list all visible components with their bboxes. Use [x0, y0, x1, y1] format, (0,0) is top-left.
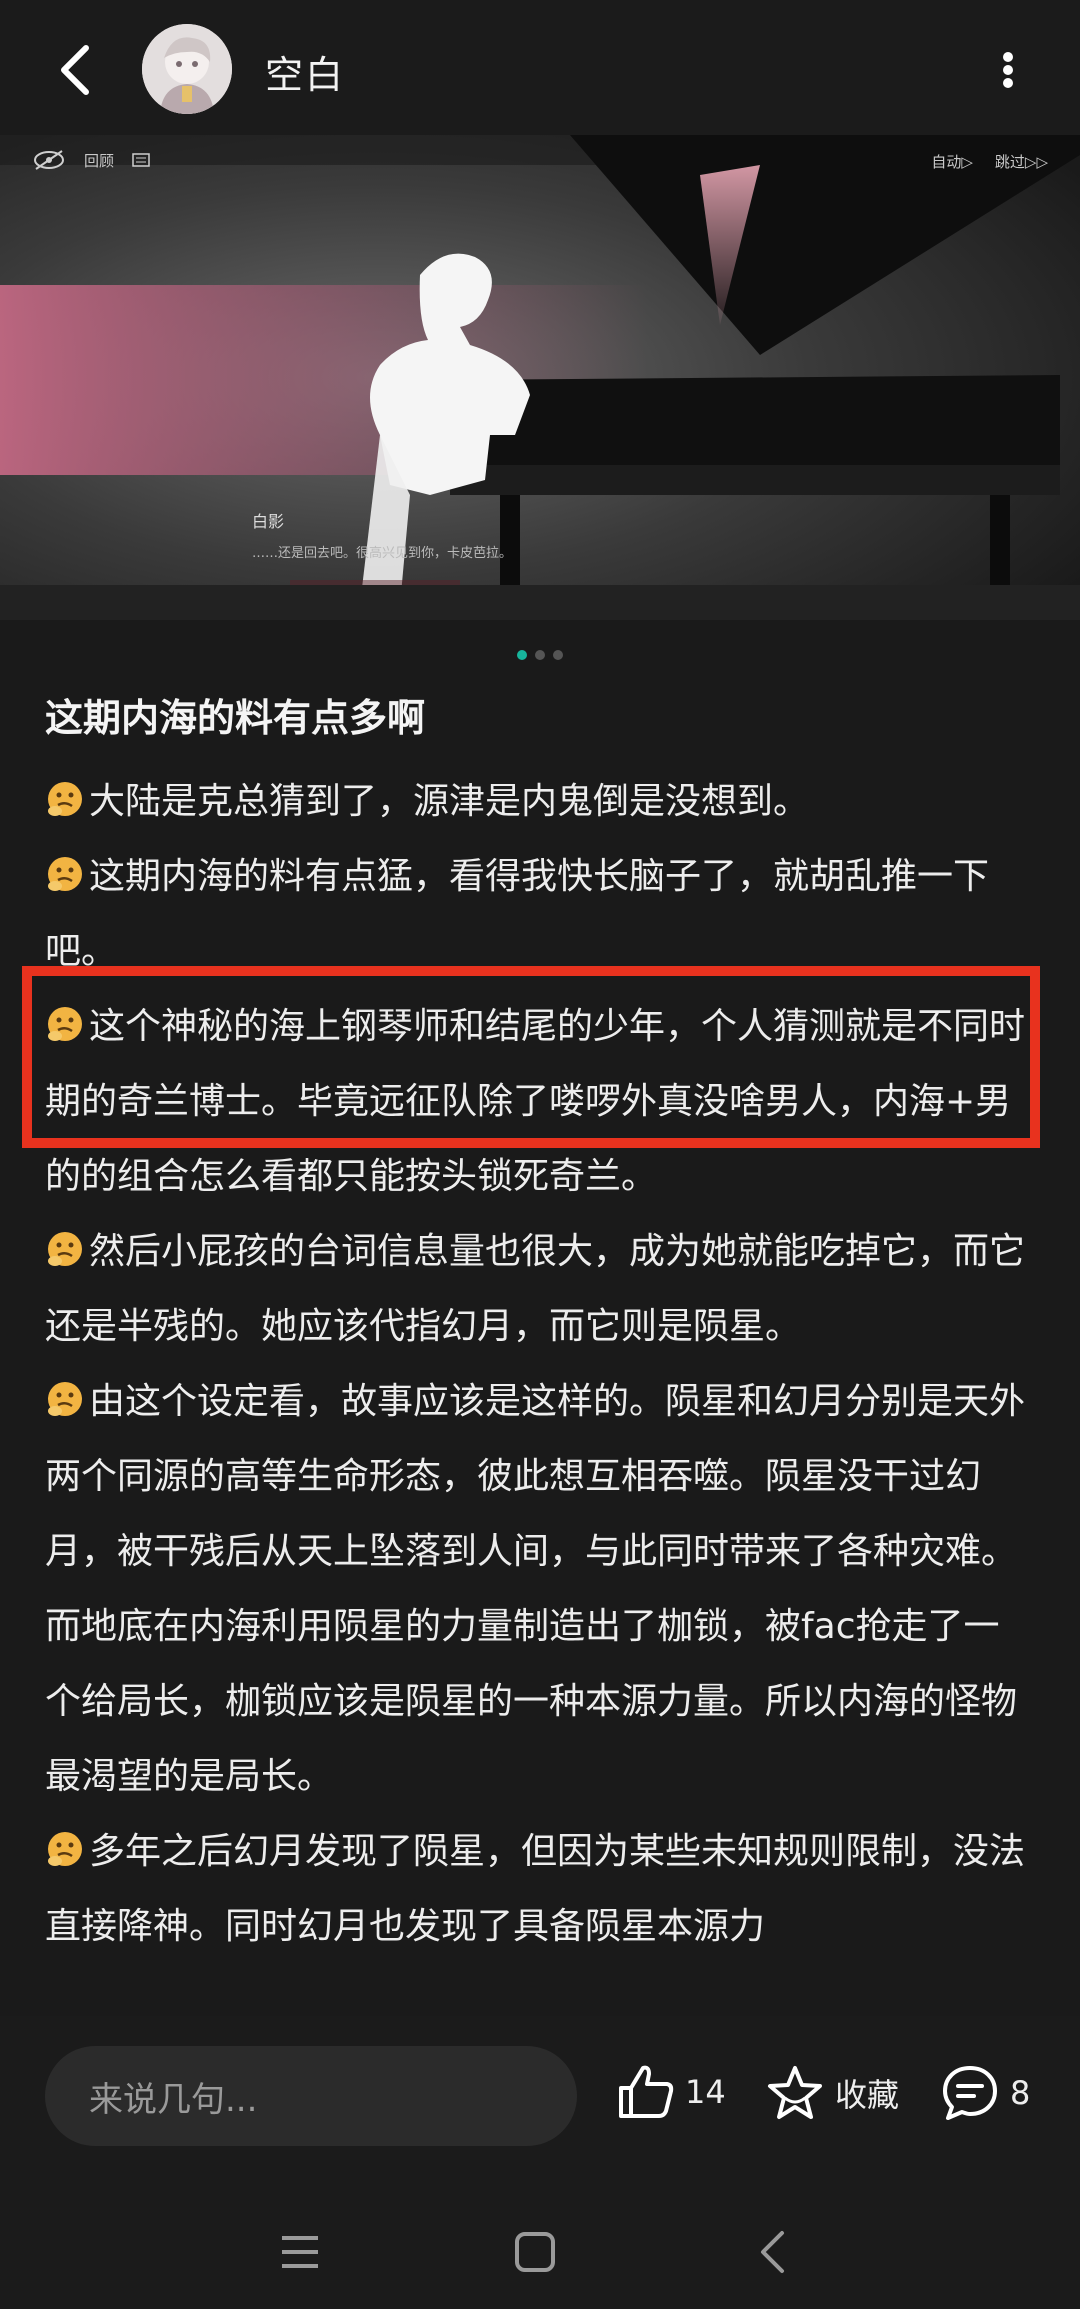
skip-label: 跳过▷▷	[994, 153, 1048, 171]
auto-label: 自动▷	[931, 153, 973, 171]
review-label: 回顾	[84, 151, 115, 170]
home-icon	[515, 2232, 555, 2272]
thumbs-up-icon	[619, 2065, 674, 2118]
avatar[interactable]	[142, 24, 232, 114]
more-vertical-icon	[1002, 52, 1013, 88]
post-paragraph: 多年之后幻月发现了陨星，但因为某些未知规则限制，没法直接降神。同时幻月也发现了具…	[45, 1814, 1035, 1964]
chevron-left-icon	[61, 45, 89, 95]
paragraph-text: 这个神秘的海上钢琴师和结尾的少年，个人猜测就是不同时期的奇兰博士。毕竟远征队除了…	[45, 1006, 1026, 1197]
thinking-emoji-icon	[48, 1382, 82, 1416]
thinking-emoji-icon	[48, 782, 82, 816]
system-back-button[interactable]	[742, 2222, 802, 2282]
thinking-emoji-icon	[48, 1007, 82, 1041]
favorite-label: 收藏	[835, 2076, 900, 2114]
recent-apps-icon	[282, 2236, 318, 2268]
back-button[interactable]	[40, 30, 110, 110]
comment-button[interactable]: 8	[940, 2064, 1030, 2122]
post-paragraph: 这期内海的料有点猛，看得我快长脑子了，就胡乱推一下吧。	[45, 839, 1035, 989]
log-icon	[132, 153, 150, 167]
post-paragraph: 然后小屁孩的台词信息量也很大，成为她就能吃掉它，而它还是半残的。她应该代指幻月，…	[45, 1214, 1035, 1364]
home-button[interactable]	[505, 2222, 565, 2282]
like-count: 14	[685, 2073, 726, 2111]
post-author-name[interactable]: 空白	[265, 44, 345, 99]
thinking-emoji-icon	[48, 1232, 82, 1266]
post-body: 这期内海的料有点多啊 大陆是克总猜到了，源津是内鬼倒是没想到。 这期内海的料有点…	[45, 690, 1035, 1964]
comment-input[interactable]: 来说几句...	[45, 2046, 577, 2146]
back-icon	[761, 2231, 784, 2273]
thinking-emoji-icon	[48, 857, 82, 891]
post-paragraph: 大陆是克总猜到了，源津是内鬼倒是没想到。	[45, 764, 1035, 839]
paragraph-text: 由这个设定看，故事应该是这样的。陨星和幻月分别是天外两个同源的高等生命形态，彼此…	[45, 1381, 1026, 1797]
comment-placeholder: 来说几句...	[89, 2079, 258, 2120]
star-icon	[768, 2066, 822, 2119]
post-content-viewport: 这期内海的料有点多啊 大陆是克总猜到了，源津是内鬼倒是没想到。 这期内海的料有点…	[0, 620, 1080, 2016]
banner-playback-controls: 自动▷ 跳过▷▷	[931, 151, 1048, 172]
eye-off-icon	[34, 150, 64, 170]
thinking-emoji-icon	[48, 1832, 82, 1866]
game-screenshot-image	[0, 135, 1080, 620]
paragraph-text: 多年之后幻月发现了陨星，但因为某些未知规则限制，没法直接降神。同时幻月也发现了具…	[45, 1831, 1026, 1947]
comment-count: 8	[1010, 2074, 1031, 2112]
more-options-button[interactable]	[985, 40, 1030, 100]
paragraph-text: 大陆是克总猜到了，源津是内鬼倒是没想到。	[89, 781, 810, 822]
like-button[interactable]: 14	[617, 2064, 726, 2120]
paragraph-text: 然后小屁孩的台词信息量也很大，成为她就能吃掉它，而它还是半残的。她应该代指幻月，…	[45, 1231, 1026, 1347]
paragraph-text: 这期内海的料有点猛，看得我快长脑子了，就胡乱推一下吧。	[45, 856, 990, 972]
post-paragraph: 这个神秘的海上钢琴师和结尾的少年，个人猜测就是不同时期的奇兰博士。毕竟远征队除了…	[45, 989, 1035, 1214]
system-navigation-bar	[0, 2196, 1080, 2309]
post-title: 这期内海的料有点多啊	[45, 696, 426, 740]
top-app-bar: 空白	[0, 0, 1080, 135]
comment-bubble-icon	[943, 2066, 997, 2120]
favorite-button[interactable]: 收藏	[765, 2064, 899, 2122]
bottom-action-bar: 来说几句... 14 收藏 8	[0, 2016, 1080, 2196]
dialogue-speaker: 白影	[252, 512, 285, 531]
recent-apps-button[interactable]	[270, 2222, 330, 2282]
post-paragraph: 由这个设定看，故事应该是这样的。陨星和幻月分别是天外两个同源的高等生命形态，彼此…	[45, 1364, 1035, 1814]
dialogue-caption: ……还是回去吧。很高兴见到你，卡皮芭拉。	[252, 546, 513, 561]
banner-top-controls: 回顾	[32, 149, 150, 171]
post-image-carousel[interactable]: 回顾 自动▷ 跳过▷▷ 白影 ……还是回去吧。很高兴见到你，卡皮芭拉。	[0, 135, 1080, 620]
